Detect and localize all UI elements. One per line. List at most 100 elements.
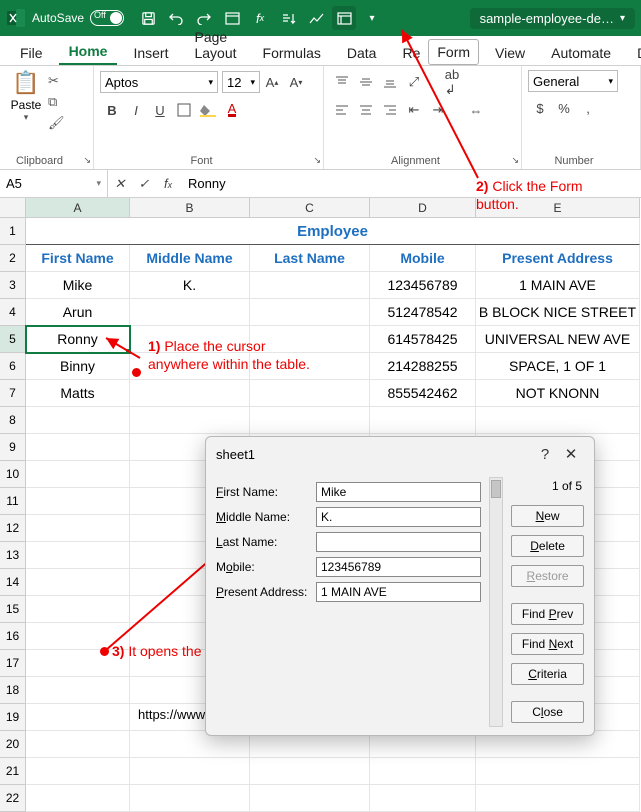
tab-insert[interactable]: Insert: [123, 39, 178, 65]
cell[interactable]: [130, 407, 250, 434]
tab-data[interactable]: Data: [337, 39, 387, 65]
col-header-D[interactable]: D: [370, 198, 476, 218]
col-header-E[interactable]: E: [476, 198, 640, 218]
cell[interactable]: [26, 488, 130, 515]
cell[interactable]: 512478542: [370, 299, 476, 326]
col-header-B[interactable]: B: [130, 198, 250, 218]
row-header[interactable]: 3: [0, 272, 26, 299]
cell[interactable]: [476, 758, 640, 785]
autosave-toggle[interactable]: Off: [90, 10, 124, 26]
clipboard-launcher-icon[interactable]: ↘: [83, 155, 91, 166]
delete-button[interactable]: Delete: [511, 535, 584, 557]
cell[interactable]: [26, 461, 130, 488]
accounting-format-icon[interactable]: $: [529, 97, 551, 119]
header-cell[interactable]: Last Name: [250, 245, 370, 272]
border-icon[interactable]: [173, 99, 195, 121]
cell[interactable]: [130, 758, 250, 785]
cell[interactable]: 214288255: [370, 353, 476, 380]
tab-home[interactable]: Home: [59, 37, 118, 65]
wrap-text-icon[interactable]: ab↲: [437, 71, 467, 93]
tab-view[interactable]: View: [485, 39, 535, 65]
fx-icon[interactable]: fx: [156, 176, 180, 191]
tab-developer[interactable]: Developer: [627, 39, 641, 65]
row-header[interactable]: 11: [0, 488, 26, 515]
row-header[interactable]: 15: [0, 596, 26, 623]
align-middle-icon[interactable]: [355, 71, 377, 93]
qat-customize-icon[interactable]: ▾: [360, 6, 384, 30]
header-cell[interactable]: Middle Name: [130, 245, 250, 272]
save-icon[interactable]: [136, 6, 160, 30]
formula-input[interactable]: Ronny: [180, 176, 641, 191]
dialog-help-icon[interactable]: ?: [532, 446, 558, 463]
cell[interactable]: [250, 380, 370, 407]
cell[interactable]: Matts: [26, 380, 130, 407]
tab-automate[interactable]: Automate: [541, 39, 621, 65]
alignment-launcher-icon[interactable]: ↘: [511, 155, 519, 166]
cell[interactable]: [370, 407, 476, 434]
tab-page-layout[interactable]: Page Layout: [184, 23, 246, 65]
cell[interactable]: [26, 677, 130, 704]
cell[interactable]: [26, 704, 130, 731]
row-header[interactable]: 14: [0, 569, 26, 596]
cell[interactable]: [250, 785, 370, 812]
enter-formula-icon[interactable]: ✓: [132, 176, 156, 192]
cell[interactable]: [370, 785, 476, 812]
italic-button[interactable]: I: [125, 99, 147, 121]
font-size-combo[interactable]: 12▾: [222, 71, 260, 93]
qat-chart-icon[interactable]: [304, 6, 328, 30]
cell[interactable]: [26, 758, 130, 785]
tab-review-partial[interactable]: Re: [392, 39, 422, 65]
mobile-input[interactable]: [316, 557, 481, 577]
row-header[interactable]: 19: [0, 704, 26, 731]
cell[interactable]: [130, 299, 250, 326]
orientation-icon[interactable]: ⤢: [403, 71, 425, 93]
cut-icon[interactable]: ✂: [48, 71, 65, 91]
qat-fx-icon[interactable]: fx: [248, 6, 272, 30]
new-button[interactable]: New: [511, 505, 584, 527]
fill-color-icon[interactable]: [197, 99, 219, 121]
row-header[interactable]: 6: [0, 353, 26, 380]
cell[interactable]: [26, 569, 130, 596]
first-name-input[interactable]: [316, 482, 481, 502]
font-launcher-icon[interactable]: ↘: [313, 155, 321, 166]
cell[interactable]: 123456789: [370, 272, 476, 299]
row-header[interactable]: 22: [0, 785, 26, 812]
copy-icon[interactable]: ⧉: [48, 92, 65, 112]
cell[interactable]: [476, 785, 640, 812]
cell[interactable]: [250, 299, 370, 326]
selected-cell[interactable]: Ronny: [26, 326, 130, 353]
row-header[interactable]: 16: [0, 623, 26, 650]
name-box[interactable]: A5▾: [0, 170, 108, 197]
cell[interactable]: [250, 272, 370, 299]
restore-button[interactable]: Restore: [511, 565, 584, 587]
cell[interactable]: [370, 758, 476, 785]
underline-button[interactable]: U: [149, 99, 171, 121]
cancel-formula-icon[interactable]: ✕: [108, 176, 132, 192]
cell[interactable]: 855542462: [370, 380, 476, 407]
header-cell[interactable]: First Name: [26, 245, 130, 272]
cell[interactable]: Binny: [26, 353, 130, 380]
row-header[interactable]: 20: [0, 731, 26, 758]
cell[interactable]: [130, 353, 250, 380]
row-header[interactable]: 18: [0, 677, 26, 704]
row-header[interactable]: 1: [0, 218, 26, 245]
row-header[interactable]: 2: [0, 245, 26, 272]
col-header-A[interactable]: A: [26, 198, 130, 218]
row-header[interactable]: 5: [0, 326, 26, 353]
find-prev-button[interactable]: Find Prev: [511, 603, 584, 625]
cell[interactable]: K.: [130, 272, 250, 299]
dialog-close-icon[interactable]: ✕: [558, 445, 584, 463]
cell[interactable]: [26, 731, 130, 758]
decrease-font-icon[interactable]: A▾: [285, 71, 307, 93]
row-header[interactable]: 7: [0, 380, 26, 407]
font-name-combo[interactable]: Aptos▾: [100, 71, 218, 93]
select-all-corner[interactable]: [0, 198, 26, 218]
increase-font-icon[interactable]: A▴: [261, 71, 283, 93]
cell[interactable]: [130, 326, 250, 353]
cell[interactable]: SPACE, 1 OF 1: [476, 353, 640, 380]
row-header[interactable]: 21: [0, 758, 26, 785]
cell[interactable]: Arun: [26, 299, 130, 326]
align-left-icon[interactable]: [331, 99, 353, 121]
row-header[interactable]: 8: [0, 407, 26, 434]
cell[interactable]: NOT KNONN: [476, 380, 640, 407]
